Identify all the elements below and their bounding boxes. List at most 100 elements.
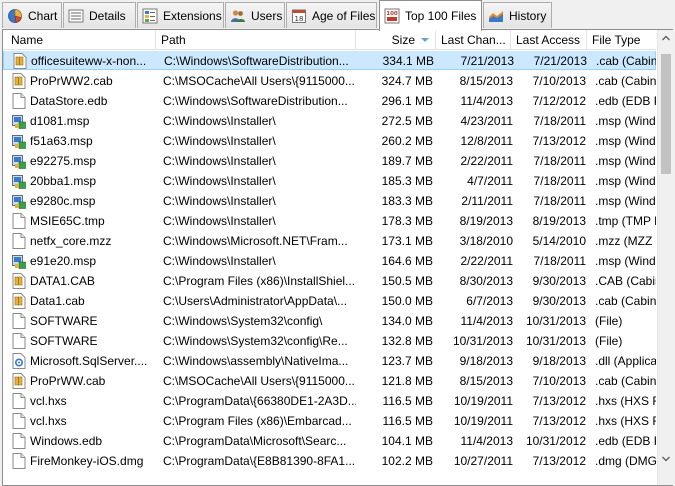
tab-extensions[interactable]: Extensions (137, 2, 224, 28)
table-row[interactable]: DataStore.edb C:\Windows\SoftwareDistribu… (3, 91, 656, 111)
table-row[interactable]: netfx_core.mzz C:\Windows\Microsoft.NET\F… (3, 231, 656, 251)
cell-size: 173.1 MB (381, 234, 433, 248)
cell-path: C:\ProgramData\{66380DE1-2A3D... (163, 394, 356, 408)
cell-size: 334.1 MB (382, 54, 434, 68)
scroll-down-button[interactable] (658, 450, 674, 467)
column-header-size[interactable]: Size (356, 30, 436, 50)
cell-path: C:\Windows\Installer\ (163, 134, 276, 148)
table-row[interactable]: SOFTWARE C:\Windows\System32\config\ 134.0… (3, 311, 656, 331)
dll-file-icon (12, 353, 26, 369)
table-row[interactable]: e91e20.msp C:\Windows\Installer\ 164.6 MB 2… (3, 251, 656, 271)
cell-size: 260.2 MB (381, 134, 433, 148)
table-row[interactable]: 20bba1.msp C:\Windows\Installer\ 185.3 MB 4… (3, 171, 656, 191)
cell-path: C:\Program Files (x86)\InstallShiel... (163, 274, 356, 288)
file-icon (12, 393, 26, 409)
cell-last-access: 7/18/2011 (533, 194, 587, 208)
cell-file-type: .hxs (HXS Fi (595, 414, 656, 428)
cell-last-change: 7/21/2013 (460, 54, 514, 68)
cell-path: C:\MSOCache\All Users\{9115000... (163, 74, 355, 88)
tab-label: Age of Files (312, 8, 376, 23)
cell-size: 116.5 MB (382, 394, 433, 408)
cell-last-change: 11/4/2013 (460, 434, 514, 448)
table-row[interactable]: f51a63.msp C:\Windows\Installer\ 260.2 MB 1… (3, 131, 656, 151)
vertical-scrollbar[interactable] (657, 30, 673, 485)
cell-path: C:\MSOCache\All Users\{9115000... (163, 374, 355, 388)
table-row[interactable]: DATA1.CAB C:\Program Files (x86)\InstallS… (3, 271, 656, 291)
scroll-up-button[interactable] (658, 30, 674, 47)
cell-name: vcl.hxs (30, 414, 67, 428)
column-header-path[interactable]: Path (156, 30, 356, 50)
pie-chart-icon (8, 8, 22, 23)
cell-size: 104.1 MB (381, 434, 433, 448)
cell-path: C:\ProgramData\{E8B81390-8FA1... (163, 454, 356, 468)
file-icon (12, 413, 26, 429)
table-row[interactable]: ProPrWW2.cab C:\MSOCache\All Users\{91150… (3, 71, 656, 91)
table-row[interactable]: Windows.edb C:\ProgramData\Microsoft\Sear… (3, 431, 656, 451)
cell-file-type: .cab (Cabine (595, 294, 656, 308)
file-icon (12, 93, 26, 109)
cell-size: 123.7 MB (381, 354, 433, 368)
scroll-thumb[interactable] (661, 54, 671, 174)
cell-path: C:\Windows\Installer\ (163, 154, 276, 168)
cell-path: C:\Program Files (x86)\Embarcad... (163, 414, 352, 428)
cell-file-type: (File) (595, 334, 623, 348)
msp-installer-icon (12, 135, 26, 149)
table-row[interactable]: ProPrWW.cab C:\MSOCache\All Users\{911500… (3, 371, 656, 391)
cab-file-icon (12, 373, 26, 389)
svg-text:18: 18 (295, 15, 304, 23)
cell-last-access: 10/31/2013 (525, 314, 586, 328)
file-icon (12, 433, 26, 449)
table-row[interactable]: Microsoft.SqlServer.... C:\Windows\assemb… (3, 351, 656, 371)
cell-last-change: 2/22/2011 (460, 254, 514, 268)
cell-last-change: 10/31/2013 (452, 334, 513, 348)
cell-name: Windows.edb (30, 434, 103, 448)
tab-chart[interactable]: Chart (2, 2, 62, 28)
cell-name: officesuiteww-x-non... (31, 54, 147, 68)
cell-path: C:\Windows\SoftwareDistribution... (164, 54, 349, 68)
tab-top-100-files[interactable]: 100 Top 100 Files (379, 0, 482, 31)
table-row[interactable]: vcl.hxs C:\Program Files (x86)\Embarcad..… (3, 411, 656, 431)
table-row[interactable]: SOFTWARE C:\Windows\System32\config\Re...… (3, 331, 656, 351)
cell-size: 116.5 MB (382, 414, 433, 428)
msp-installer-icon (12, 255, 26, 269)
cell-path: C:\Windows\Installer\ (163, 194, 276, 208)
table-row[interactable]: FireMonkey-iOS.dmg C:\ProgramData\{E8B813… (3, 451, 656, 471)
cab-file-icon (12, 73, 26, 89)
tab-details[interactable]: Details (63, 2, 136, 28)
column-header-name[interactable]: Name (3, 30, 156, 50)
cell-path: C:\Windows\Installer\ (163, 254, 276, 268)
cell-size: 150.5 MB (381, 274, 433, 288)
column-header-file-type[interactable]: File Type (587, 30, 656, 50)
cell-last-change: 10/19/2011 (453, 414, 513, 428)
tab-history[interactable]: History (483, 2, 552, 28)
tab-age-of-files[interactable]: 18 Age of Files (286, 2, 377, 28)
cell-name: d1081.msp (30, 114, 90, 128)
table-row[interactable]: Data1.cab C:\Users\Administrator\AppData\… (3, 291, 656, 311)
cell-name: e92275.msp (30, 154, 97, 168)
cell-last-change: 4/7/2011 (467, 174, 513, 188)
table-row[interactable]: MSIE65C.tmp C:\Windows\Installer\ 178.3 MB… (3, 211, 656, 231)
chevron-down-icon (662, 456, 670, 462)
tab-label: Extensions (163, 8, 222, 23)
cell-file-type: .msp (Wind (595, 174, 656, 188)
table-row[interactable]: officesuiteww-x-non... C:\Windows\Softwar… (3, 51, 656, 70)
cell-file-type: .dll (Applica (595, 354, 656, 368)
table-row[interactable]: vcl.hxs C:\ProgramData\{66380DE1-2A3D... 1… (3, 391, 656, 411)
column-header-last-access[interactable]: Last Access (511, 30, 587, 50)
cell-last-access: 7/13/2012 (532, 414, 586, 428)
file-icon (12, 453, 26, 469)
cell-last-access: 9/30/2013 (532, 294, 586, 308)
table-row[interactable]: e9280c.msp C:\Windows\Installer\ 183.3 MB 2… (3, 191, 656, 211)
cell-last-access: 7/12/2012 (532, 94, 586, 108)
cell-name: Data1.cab (30, 294, 85, 308)
cell-path: C:\Windows\assembly\NativeIma... (163, 354, 349, 368)
cell-last-access: 5/14/2010 (532, 234, 586, 248)
cab-file-icon (12, 293, 26, 309)
table-row[interactable]: d1081.msp C:\Windows\Installer\ 272.5 MB 4/… (3, 111, 656, 131)
cell-last-change: 3/18/2010 (459, 234, 513, 248)
cell-last-access: 7/18/2011 (533, 114, 587, 128)
tab-users[interactable]: Users (225, 2, 285, 28)
cell-file-type: .msp (Wind (595, 134, 656, 148)
table-row[interactable]: e92275.msp C:\Windows\Installer\ 189.7 MB 2… (3, 151, 656, 171)
column-header-last-change[interactable]: Last Chan... (436, 30, 511, 50)
